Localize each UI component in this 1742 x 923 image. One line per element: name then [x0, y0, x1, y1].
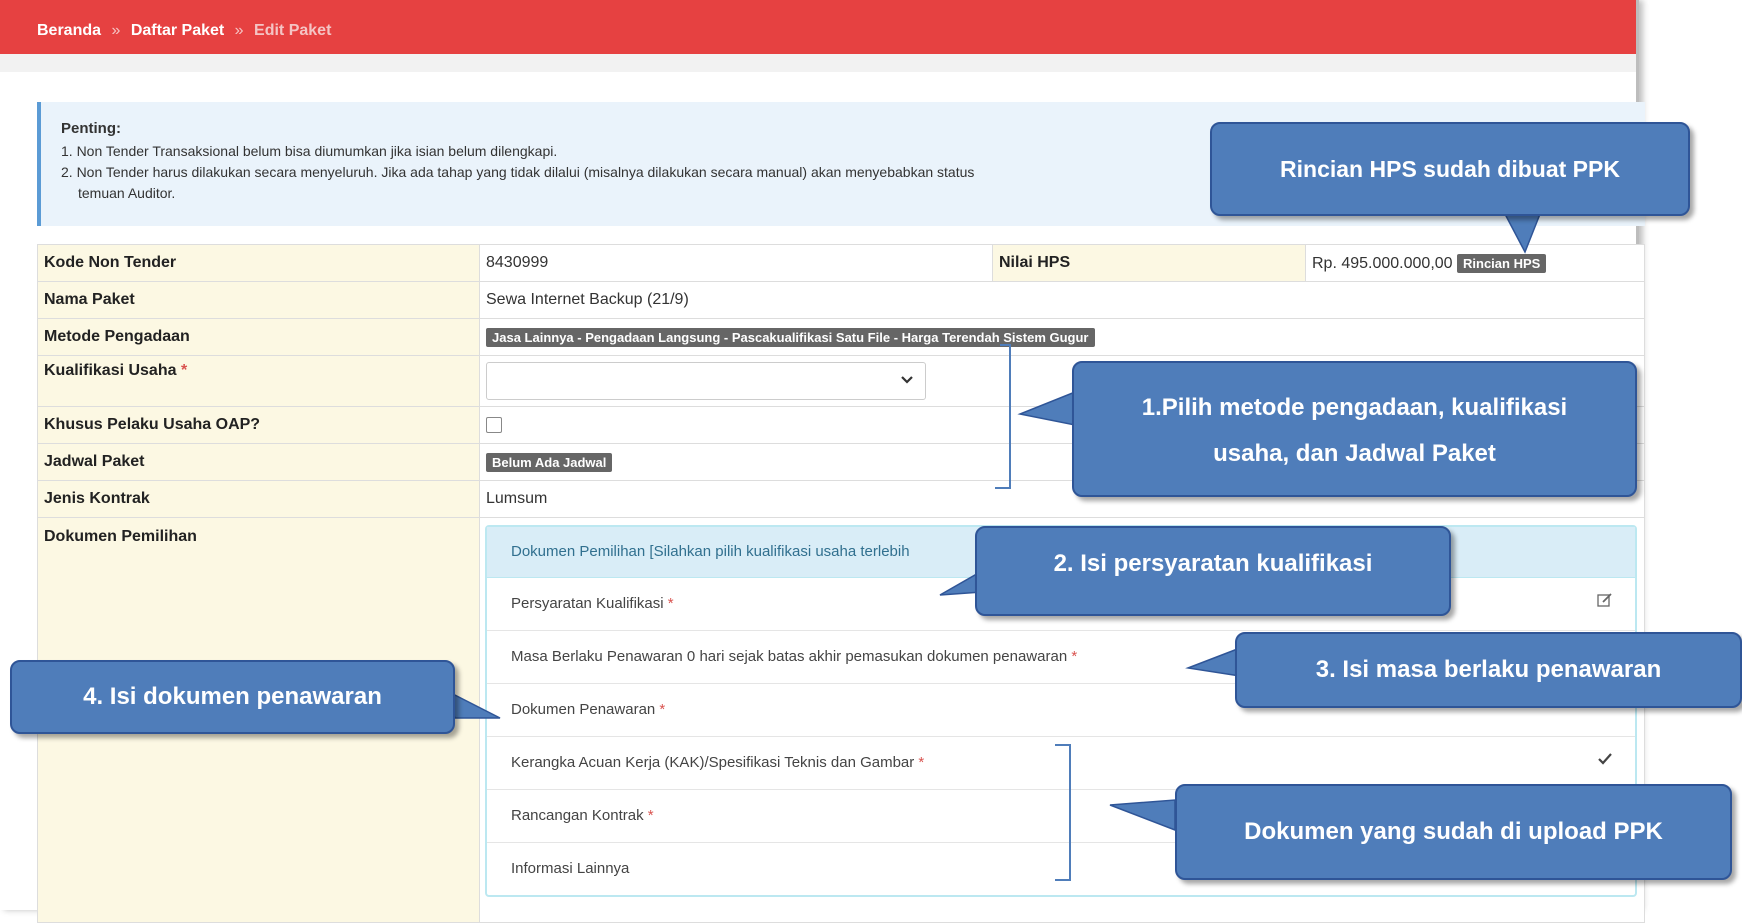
- header-bar: Beranda » Daftar Paket » Edit Paket: [0, 0, 1636, 54]
- callout-step4: 4. Isi dokumen penawaran: [10, 660, 455, 734]
- required-mark: *: [1067, 648, 1078, 665]
- list-item[interactable]: Kerangka Acuan Kerja (KAK)/Spesifikasi T…: [487, 737, 1635, 790]
- required-mark: *: [655, 701, 666, 718]
- callout-step2-text: 2. Isi persyaratan kualifikasi: [1053, 550, 1373, 577]
- kualifikasi-label: Kualifikasi Usaha: [44, 362, 177, 379]
- required-mark: *: [643, 807, 654, 824]
- kode-label: Kode Non Tender: [37, 244, 480, 282]
- metode-label: Metode Pengadaan: [37, 318, 480, 356]
- metode-value-badge[interactable]: Jasa Lainnya - Pengadaan Langsung - Pasc…: [486, 327, 1095, 347]
- breadcrumb-current: Edit Paket: [254, 22, 332, 39]
- doc-row-label: Informasi Lainnya: [511, 860, 630, 877]
- hps-cell: Rp. 495.000.000,00 Rincian HPS: [1305, 244, 1645, 282]
- kode-value: 8430999: [479, 244, 993, 282]
- kontrak-label: Jenis Kontrak: [37, 480, 480, 518]
- callout-uploaded: Dokumen yang sudah di upload PPK: [1175, 784, 1732, 880]
- breadcrumb: Beranda » Daftar Paket » Edit Paket: [37, 22, 331, 40]
- doc-row-label: Rancangan Kontrak: [511, 807, 644, 824]
- kualifikasi-select[interactable]: [486, 362, 926, 400]
- doc-row-label: Dokumen Penawaran: [511, 701, 656, 718]
- oap-label: Khusus Pelaku Usaha OAP?: [37, 406, 480, 444]
- callout-step4-text: 4. Isi dokumen penawaran: [83, 683, 382, 710]
- callout-step2: 2. Isi persyaratan kualifikasi: [975, 526, 1451, 616]
- callout-step3-text: 3. Isi masa berlaku penawaran: [1315, 656, 1662, 683]
- callout-hps: Rincian HPS sudah dibuat PPK: [1210, 122, 1690, 216]
- doc-row-label: Persyaratan Kualifikasi: [511, 595, 664, 612]
- rincian-hps-button[interactable]: Rincian HPS: [1457, 253, 1547, 273]
- breadcrumb-list-link[interactable]: Daftar Paket: [131, 22, 224, 39]
- doc-row-label: Masa Berlaku Penawaran 0 hari sejak bata…: [511, 648, 1068, 665]
- doc-row-label: Kerangka Acuan Kerja (KAK)/Spesifikasi T…: [511, 754, 915, 771]
- breadcrumb-separator: »: [111, 22, 121, 39]
- edit-icon[interactable]: [1597, 578, 1613, 630]
- callout-step3: 3. Isi masa berlaku penawaran: [1235, 632, 1742, 708]
- table-row: Nama Paket Sewa Internet Backup (21/9): [37, 281, 1645, 319]
- nama-label: Nama Paket: [37, 281, 480, 319]
- hps-value: Rp. 495.000.000,00: [1312, 254, 1453, 272]
- required-mark: *: [663, 595, 674, 612]
- nama-value: Sewa Internet Backup (21/9): [479, 281, 1645, 319]
- jadwal-label: Jadwal Paket: [37, 443, 480, 481]
- sub-header: [0, 54, 1636, 72]
- table-row: Metode Pengadaan Jasa Lainnya - Pengadaa…: [37, 318, 1645, 356]
- hps-label: Nilai HPS: [992, 244, 1306, 282]
- callout-uploaded-text: Dokumen yang sudah di upload PPK: [1244, 818, 1663, 845]
- required-mark: *: [914, 754, 925, 771]
- required-mark: *: [180, 362, 188, 379]
- chevron-down-icon: [899, 371, 915, 392]
- breadcrumb-home-link[interactable]: Beranda: [37, 22, 101, 39]
- table-row: Kode Non Tender 8430999 Nilai HPS Rp. 49…: [37, 244, 1645, 282]
- callout-hps-text: Rincian HPS sudah dibuat PPK: [1280, 156, 1620, 182]
- callout-step1: 1.Pilih metode pengadaan, kualifikasi us…: [1072, 361, 1637, 497]
- kualifikasi-label-cell: Kualifikasi Usaha *: [37, 355, 480, 407]
- callout-step1-line2: usaha, dan Jadwal Paket: [1213, 440, 1496, 467]
- breadcrumb-separator: »: [234, 22, 244, 39]
- oap-checkbox[interactable]: [486, 416, 502, 433]
- metode-cell: Jasa Lainnya - Pengadaan Langsung - Pasc…: [479, 318, 1645, 356]
- callout-step1-line1: 1.Pilih metode pengadaan, kualifikasi: [1141, 394, 1568, 421]
- check-icon: [1597, 737, 1613, 789]
- jadwal-badge[interactable]: Belum Ada Jadwal: [486, 452, 613, 472]
